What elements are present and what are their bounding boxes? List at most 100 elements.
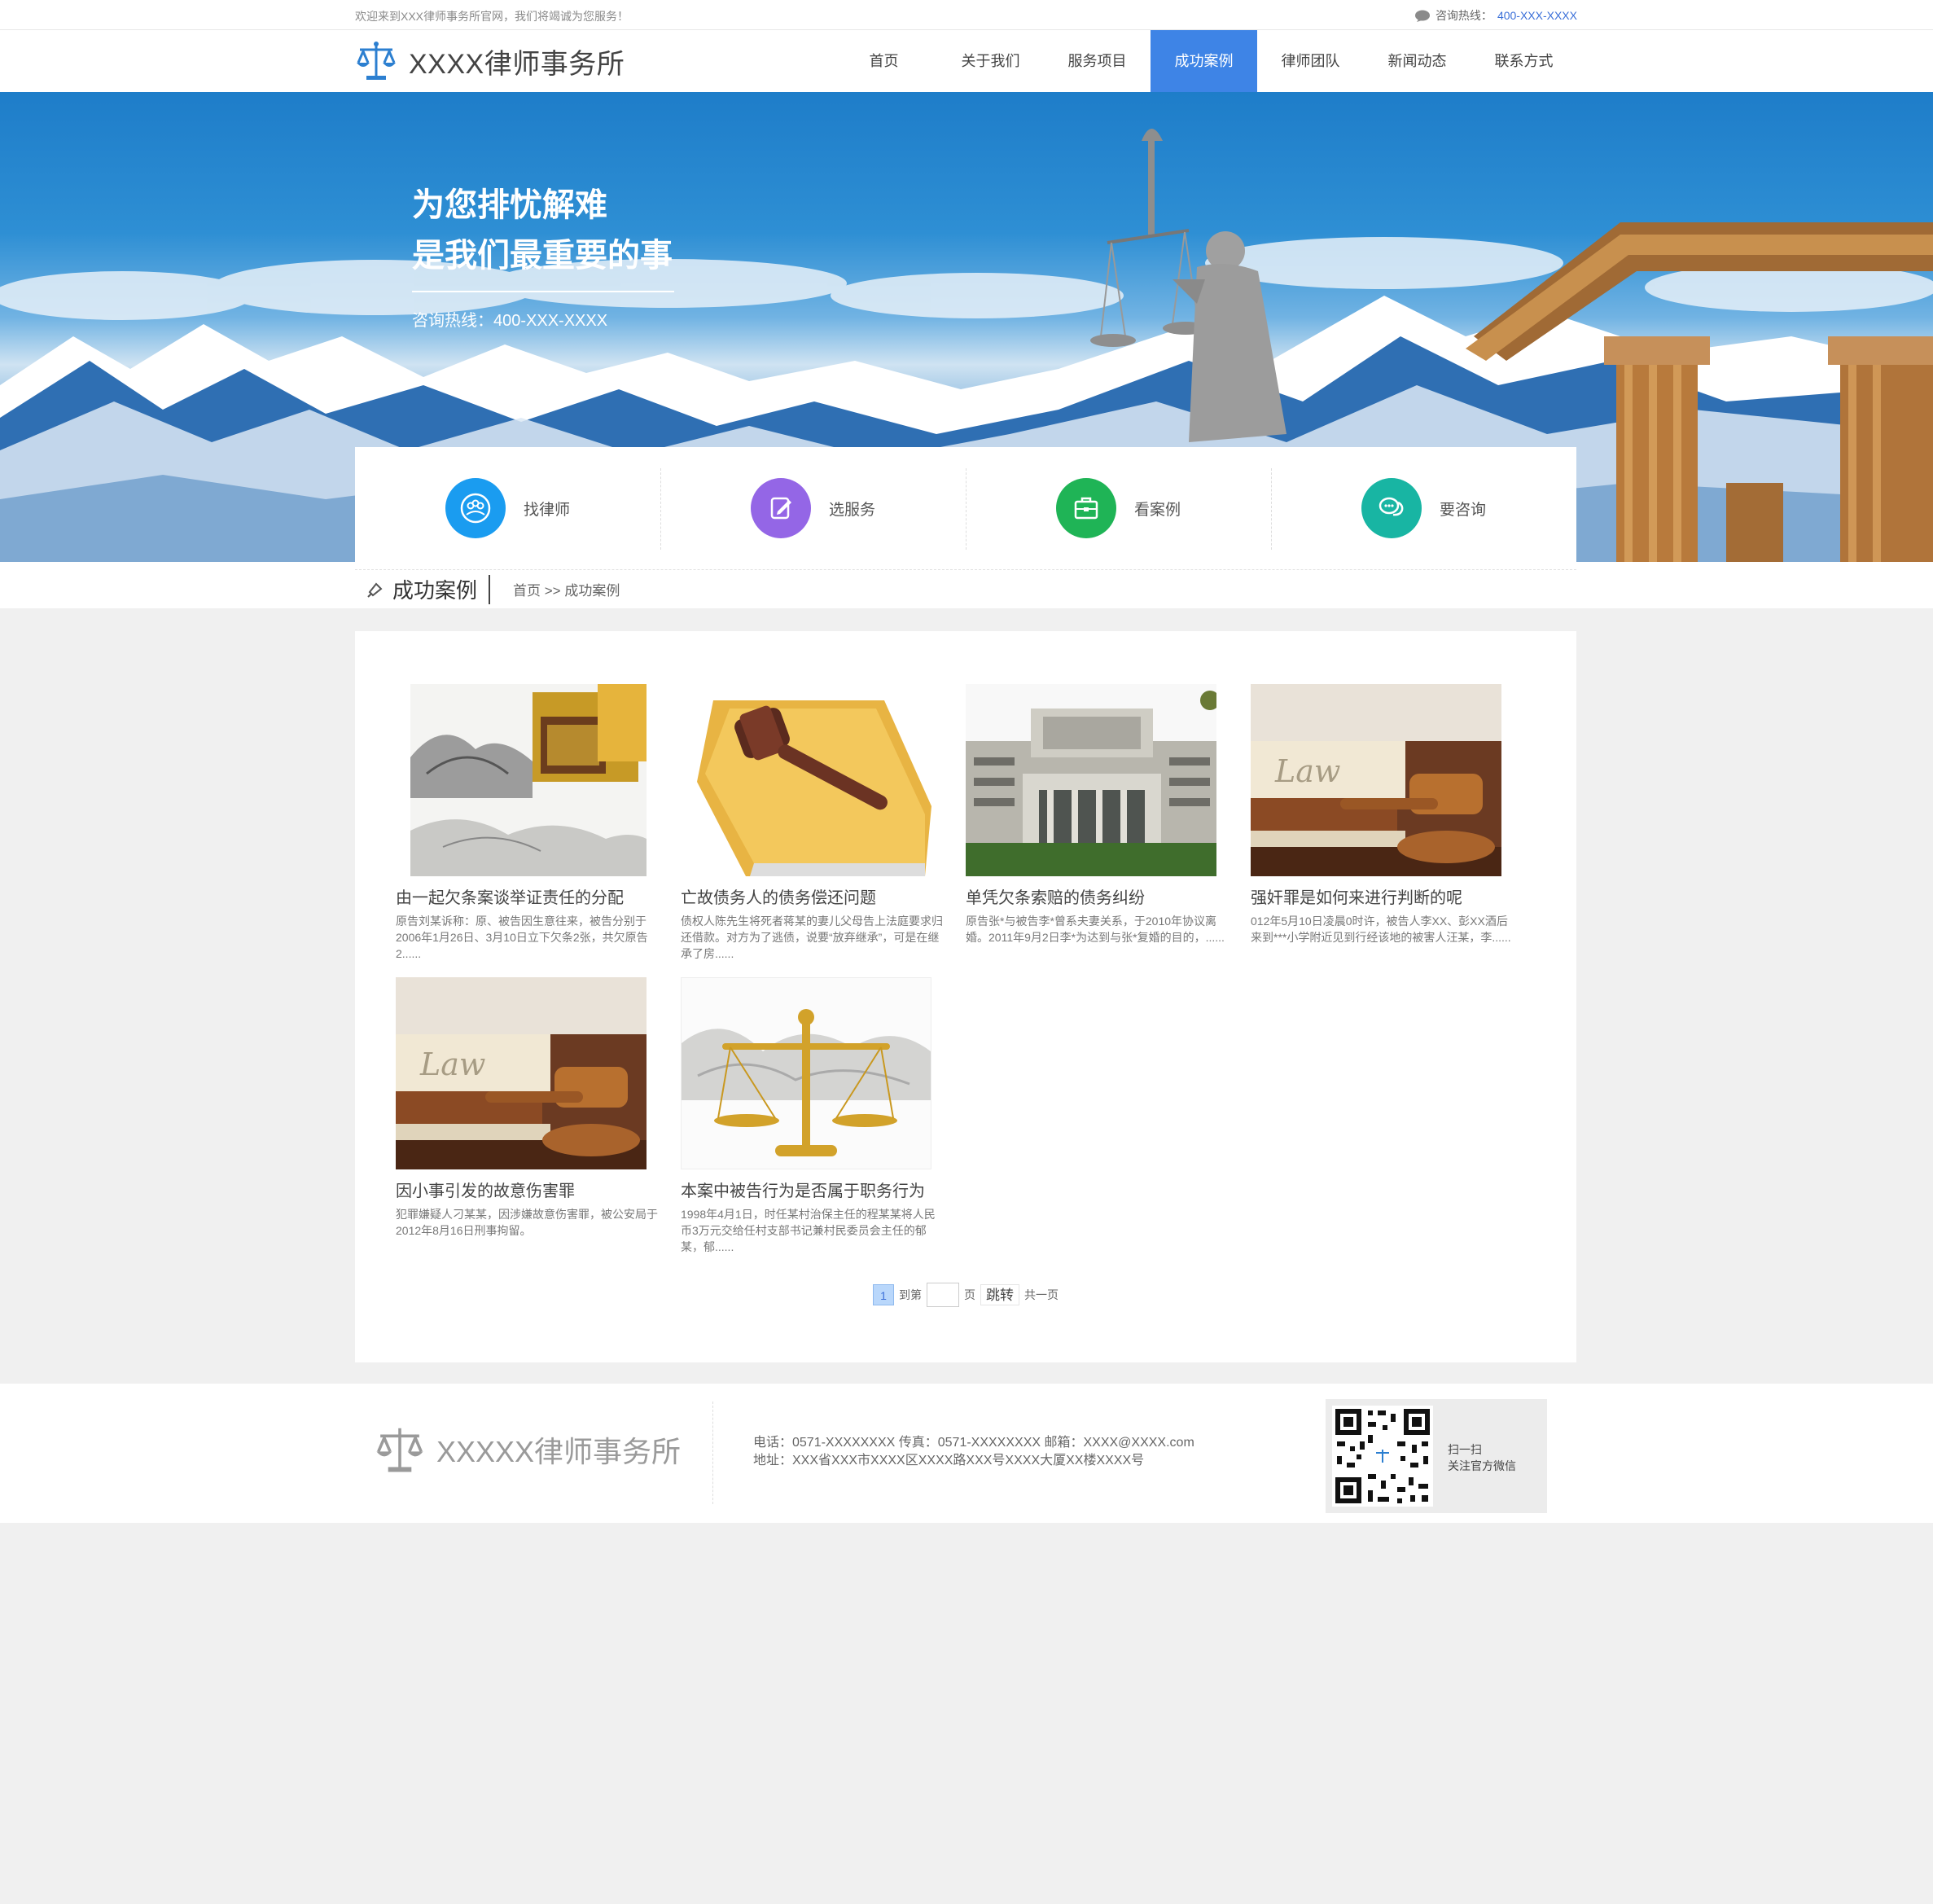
edit-icon	[770, 497, 791, 520]
quick-circle	[445, 478, 506, 538]
welcome-text: 欢迎来到XXX律师事务所官网，我们将竭诚为您服务！	[355, 10, 629, 23]
case-desc: 犯罪嫌疑人刁某某，因涉嫌故意伤害罪，被公安局于2012年8月16日刑事拘留。	[396, 1208, 658, 1237]
case-image[interactable]	[410, 684, 647, 876]
quick-label: 选服务	[828, 501, 875, 519]
footer-phone-line: 电话：0571-XXXXXXXX 传真：0571-XXXXXXXX 邮箱：XXX…	[753, 1436, 1194, 1450]
case-title[interactable]: 由一起欠条案谈举证责任的分配	[396, 884, 658, 908]
case-card[interactable]: 由一起欠条案谈举证责任的分配 原告刘某诉称：原、被告因生意往来，被告分别于200…	[396, 684, 658, 962]
site-header: XXXX律师事务所 首页 关于我们 服务项目 成功案例 律师团队 新闻动态 联系…	[0, 30, 1933, 92]
case-desc: 原告张*与被告李*曾系夫妻关系，于2010年协议离婚。2011年9月2日李*为达…	[966, 915, 1225, 944]
svg-text:Law: Law	[1274, 753, 1340, 789]
case-desc: 债权人陈先生将死者蒋某的妻儿父母告上法庭要求归还借款。对方为了逃债，说要“放弃继…	[681, 915, 943, 960]
section-title: 成功案例	[392, 578, 478, 603]
quick-label: 要咨询	[1439, 501, 1486, 519]
hotline-label: 咨询热线：	[1435, 9, 1492, 22]
case-desc: 1998年4月1日，时任某村治保主任的程某某将人民币3万元交给任村支部书记兼村民…	[681, 1208, 936, 1253]
nav-team[interactable]: 律师团队	[1257, 30, 1364, 92]
goto-prefix: 到第	[899, 1288, 922, 1301]
case-card[interactable]: Law 强奸罪是如何来进行判断的呢 012年5月10日凌晨0时许，被告人李XX、…	[1251, 684, 1513, 945]
pin-icon	[367, 582, 383, 598]
case-title[interactable]: 亡故债务人的债务偿还问题	[681, 884, 943, 908]
scales-logo-icon	[376, 1428, 423, 1472]
quick-label: 看案例	[1133, 501, 1181, 519]
nav-services[interactable]: 服务项目	[1044, 30, 1151, 92]
footer-divider	[712, 1402, 713, 1504]
quick-view-cases[interactable]: 看案例	[966, 447, 1271, 569]
quick-circle	[750, 478, 811, 538]
footer-logo-text: XXXXX律师事务所	[436, 1435, 682, 1468]
case-image[interactable]	[966, 684, 1216, 876]
qr-code-icon	[1332, 1406, 1433, 1507]
case-desc: 原告刘某诉称：原、被告因生意往来，被告分别于2006年1月26日、3月10日立下…	[396, 915, 648, 960]
case-card[interactable]: 亡故债务人的债务偿还问题 债权人陈先生将死者蒋某的妻儿父母告上法庭要求归还借款。…	[681, 684, 943, 962]
case-title[interactable]: 单凭欠条索赔的债务纠纷	[966, 884, 1228, 908]
banner-headline-line1: 为您排忧解难	[412, 187, 607, 223]
goto-suffix: 页	[964, 1288, 975, 1301]
page-input[interactable]	[927, 1283, 959, 1307]
breadcrumb-path[interactable]: 首页 >> 成功案例	[513, 579, 620, 599]
qr-caption: 扫一扫 关注官方微信	[1448, 1441, 1516, 1474]
briefcase-icon	[1074, 497, 1098, 520]
top-hotline: 咨询热线： 400-XXX-XXXX	[1414, 7, 1577, 24]
quick-find-lawyer[interactable]: 找律师	[355, 447, 660, 569]
top-strip: 欢迎来到XXX律师事务所官网，我们将竭诚为您服务！ 咨询热线： 400-XXX-…	[0, 0, 1933, 30]
golden-scales-image	[682, 978, 931, 1169]
hotline-number[interactable]: 400-XXX-XXXX	[1497, 9, 1577, 22]
footer-contact: 电话：0571-XXXXXXXX 传真：0571-XXXXXXXX 邮箱：XXX…	[753, 1434, 1194, 1470]
page-total: 共一页	[1024, 1288, 1059, 1301]
footer-address-line: 地址：XXX省XXX市XXXX区XXXX路XXX号XXXX大厦XX楼XXXX号	[753, 1454, 1145, 1467]
site-footer: XXXXX律师事务所 电话：0571-XXXXXXXX 传真：0571-XXXX…	[0, 1384, 1933, 1523]
case-image[interactable]	[681, 684, 931, 876]
people-icon	[460, 493, 491, 524]
quick-consult[interactable]: 要咨询	[1271, 447, 1576, 569]
site-logo[interactable]: XXXX律师事务所	[355, 40, 625, 82]
case-title[interactable]: 本案中被告行为是否属于职务行为	[681, 1178, 943, 1201]
courthouse-image	[966, 684, 1216, 876]
banner-headline-line2: 是我们最重要的事	[412, 238, 673, 274]
nav-contact[interactable]: 联系方式	[1471, 30, 1577, 92]
banner-headline: 为您排忧解难 是我们最重要的事	[412, 180, 673, 281]
quick-choose-service[interactable]: 选服务	[660, 447, 966, 569]
chat-icon	[1379, 497, 1404, 516]
goto-button[interactable]: 跳转	[980, 1284, 1019, 1305]
nav-cases[interactable]: 成功案例	[1151, 30, 1257, 92]
case-image[interactable]: Law	[1251, 684, 1501, 876]
nav-news[interactable]: 新闻动态	[1364, 30, 1471, 92]
case-image[interactable]	[681, 977, 931, 1169]
banner-hotline: 咨询热线：400-XXX-XXXX	[412, 312, 608, 330]
gavel-on-folder-image	[681, 684, 931, 876]
quick-links: 找律师 选服务 看案例 要咨询	[355, 447, 1576, 569]
logo-text: XXXX律师事务所	[409, 48, 625, 80]
banner-divider	[412, 291, 674, 292]
case-card[interactable]: Law 因小事引发的故意伤害罪 犯罪嫌疑人刁某某，因涉嫌故意伤害罪，被公安局于2…	[396, 977, 658, 1239]
qr-caption-line1: 扫一扫	[1448, 1443, 1482, 1456]
nav-home[interactable]: 首页	[831, 30, 937, 92]
qr-code	[1332, 1406, 1433, 1507]
cases-panel: 由一起欠条案谈举证责任的分配 原告刘某诉称：原、被告因生意往来，被告分别于200…	[355, 631, 1576, 1362]
case-image[interactable]: Law	[396, 977, 647, 1169]
case-title[interactable]: 强奸罪是如何来进行判断的呢	[1251, 884, 1513, 908]
section-heading: 成功案例	[355, 574, 491, 604]
breadcrumb-bar: 成功案例 首页 >> 成功案例	[0, 569, 1933, 608]
case-card[interactable]: 单凭欠条索赔的债务纠纷 原告张*与被告李*曾系夫妻关系，于2010年协议离婚。2…	[966, 684, 1228, 945]
quick-label: 找律师	[523, 501, 570, 519]
wechat-qr-box: 扫一扫 关注官方微信	[1326, 1399, 1547, 1513]
nav-about[interactable]: 关于我们	[937, 30, 1044, 92]
breadcrumb: 成功案例 首页 >> 成功案例	[355, 569, 1576, 608]
case-title[interactable]: 因小事引发的故意伤害罪	[396, 1178, 658, 1201]
case-card[interactable]: 本案中被告行为是否属于职务行为 1998年4月1日，时任某村治保主任的程某某将人…	[681, 977, 943, 1255]
footer-logo: XXXXX律师事务所	[375, 1424, 681, 1475]
case-desc: 012年5月10日凌晨0时许，被告人李XX、彭XX酒后来到***小学附近见到行经…	[1251, 915, 1511, 944]
law-books-gavel-image: Law	[1251, 684, 1501, 876]
ink-landscape-gavel-image	[410, 684, 647, 876]
page-number-current[interactable]: 1	[873, 1284, 894, 1305]
quick-circle	[1361, 478, 1422, 538]
main-nav: 首页 关于我们 服务项目 成功案例 律师团队 新闻动态 联系方式	[831, 30, 1577, 92]
pagination: 1 到第 页 跳转 共一页	[873, 1283, 1059, 1307]
svg-text:Law: Law	[419, 1046, 485, 1082]
phone-icon	[1414, 10, 1430, 22]
quick-circle	[1055, 478, 1116, 538]
qr-caption-line2: 关注官方微信	[1448, 1459, 1516, 1472]
law-books-gavel-image: Law	[396, 977, 647, 1169]
scales-logo-icon	[357, 42, 396, 80]
